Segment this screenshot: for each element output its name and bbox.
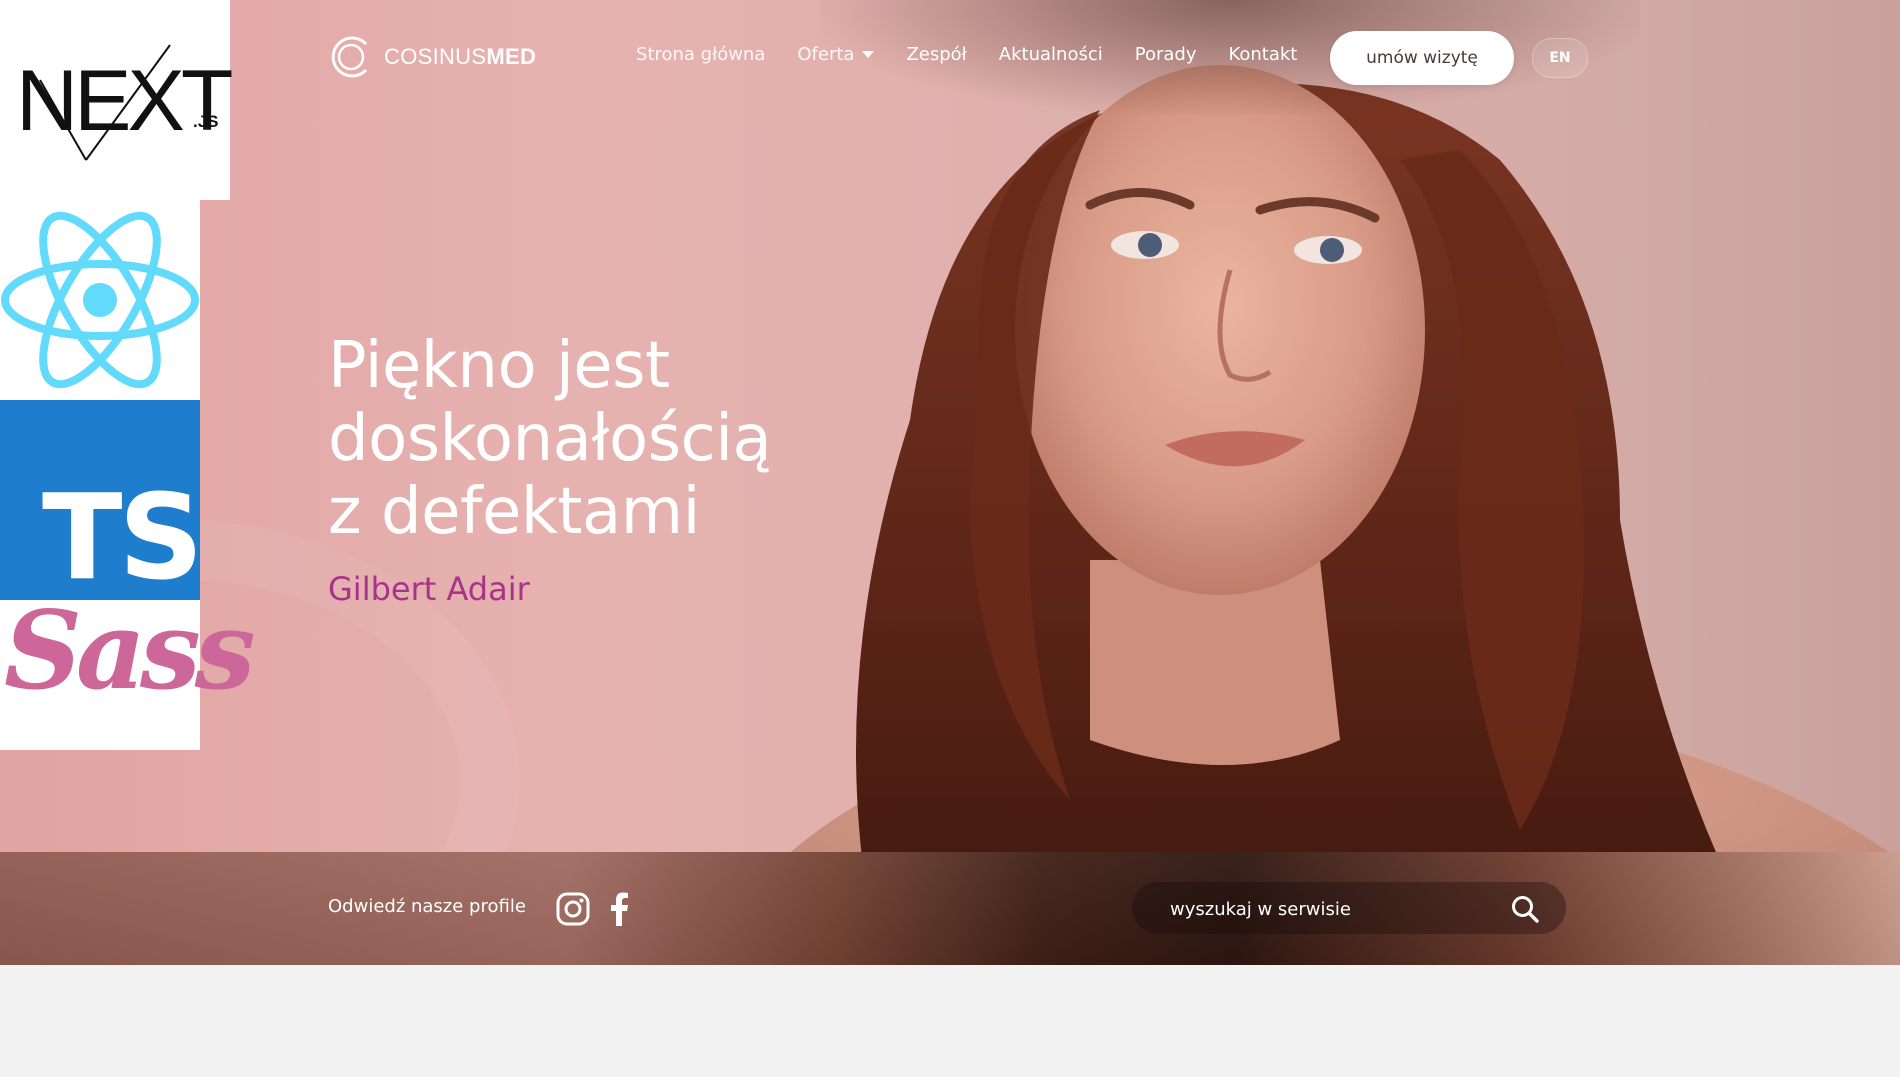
chevron-down-icon: [862, 51, 875, 58]
nav-item-label: Porady: [1134, 44, 1197, 65]
site-search: [1132, 882, 1566, 934]
instagram-icon[interactable]: [555, 891, 591, 927]
nav-item-home[interactable]: Strona główna: [636, 44, 765, 65]
book-appointment-button[interactable]: umów wizytę: [1330, 31, 1514, 85]
brand-logo[interactable]: COSINUSMED: [328, 34, 536, 80]
nav-item-offer[interactable]: Oferta: [797, 44, 875, 65]
nav-item-label: Kontakt: [1228, 44, 1298, 65]
hero-quote-text: Piękno jest doskonałością z defektami: [328, 330, 888, 549]
hero-portrait-image: [760, 65, 1900, 965]
quote-author: Gilbert Adair: [328, 570, 530, 608]
react-atom-icon: [1, 211, 199, 389]
brand-name-bold: MED: [486, 44, 537, 69]
search-icon[interactable]: [1510, 894, 1540, 924]
language-switch-button[interactable]: EN: [1532, 38, 1588, 78]
social-profiles-label: Odwiedź nasze profile: [328, 896, 526, 917]
nextjs-suffix: .JS: [193, 112, 219, 131]
top-navigation: COSINUSMED Strona główna Oferta Zespół A…: [0, 0, 1900, 114]
nav-item-label: Strona główna: [636, 44, 766, 65]
typescript-wordmark: TS: [42, 468, 203, 606]
nav-item-label: Oferta: [797, 44, 855, 65]
nav-item-label: Aktualności: [998, 44, 1103, 65]
cosinus-logo-icon: [331, 36, 368, 78]
brand-name-light: COSINUS: [384, 44, 487, 69]
quote-line: z defektami: [328, 475, 700, 549]
nav-item-news[interactable]: Aktualności: [999, 44, 1103, 65]
nav-item-contact[interactable]: Kontakt: [1228, 44, 1297, 65]
nav-item-label: Zespół: [906, 44, 967, 65]
nextjs-wordmark: NEXT: [16, 53, 233, 149]
social-search-bar: [0, 852, 1900, 965]
brand-name: COSINUSMED: [384, 44, 536, 70]
react-badge: [0, 200, 200, 400]
quote-line: Piękno jest: [328, 329, 670, 403]
nav-item-advice[interactable]: Porady: [1135, 44, 1197, 65]
quote-line: doskonałością: [328, 402, 772, 476]
hero-section: [0, 0, 1900, 965]
nav-item-team[interactable]: Zespół: [906, 44, 966, 65]
facebook-icon[interactable]: [607, 891, 631, 927]
search-input[interactable]: [1168, 894, 1492, 924]
hero-quote: Piękno jest doskonałością z defektami: [328, 330, 888, 549]
sass-wordmark: Sass: [4, 588, 256, 714]
main-menu: Strona główna Oferta Zespół Aktualności …: [636, 44, 1329, 65]
